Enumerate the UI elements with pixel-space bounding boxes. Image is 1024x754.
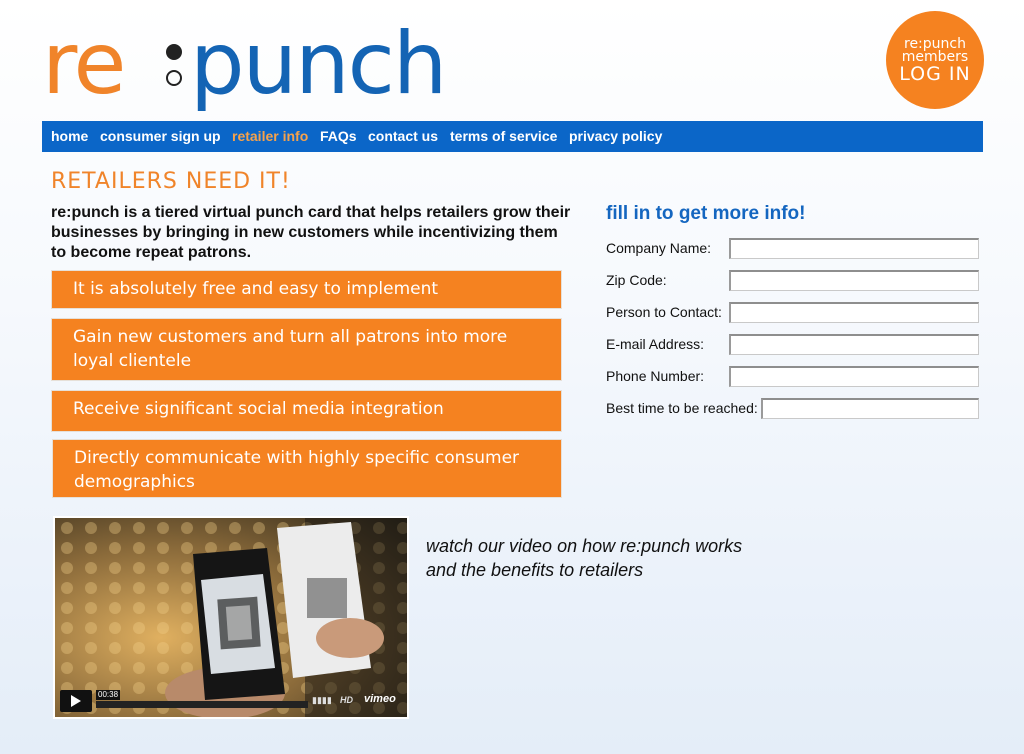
video-caption: watch our video on how re:punch works an…	[426, 534, 806, 582]
benefit-item: Gain new customers and turn all patrons …	[51, 318, 562, 381]
email-address-label: E-mail Address:	[606, 336, 705, 352]
best-time-input[interactable]	[761, 398, 979, 419]
person-to-contact-input[interactable]	[729, 302, 979, 323]
zip-code-input[interactable]	[729, 270, 979, 291]
benefit-item: Receive significant social media integra…	[51, 390, 562, 432]
nav-item-privacy-policy[interactable]: privacy policy	[569, 121, 662, 152]
video-progress-bar[interactable]	[96, 701, 308, 708]
volume-icon[interactable]: ▮▮▮▮	[312, 692, 332, 708]
main-nav: home consumer sign up retailer info FAQs…	[42, 121, 983, 152]
best-time-label: Best time to be reached:	[606, 400, 758, 416]
company-name-input[interactable]	[729, 238, 979, 259]
play-icon	[71, 695, 81, 707]
nav-item-consumer-sign-up[interactable]: consumer sign up	[100, 121, 221, 152]
video-controls: 00:38 ▮▮▮▮ HD vimeo	[60, 690, 402, 712]
video-time: 00:38	[96, 690, 121, 700]
nav-item-terms-of-service[interactable]: terms of service	[450, 121, 557, 152]
nav-item-faqs[interactable]: FAQs	[320, 121, 357, 152]
logo-re-text: re	[42, 14, 126, 114]
play-button[interactable]	[60, 690, 92, 712]
page-heading: RETAILERS NEED IT!	[51, 169, 291, 194]
person-to-contact-label: Person to Contact:	[606, 304, 722, 320]
benefit-item: Directly communicate with highly specifi…	[52, 439, 562, 498]
phone-number-label: Phone Number:	[606, 368, 705, 384]
email-address-input[interactable]	[729, 334, 979, 355]
video-caption-line2: and the benefits to retailers	[426, 560, 644, 580]
login-badge-action: LOG IN	[899, 63, 971, 85]
company-name-label: Company Name:	[606, 240, 712, 256]
nav-item-home[interactable]: home	[51, 121, 88, 152]
nav-item-contact-us[interactable]: contact us	[368, 121, 438, 152]
vimeo-logo[interactable]: vimeo	[364, 691, 396, 707]
video-caption-line1: watch our video on how re:punch works	[426, 536, 743, 556]
nav-item-retailer-info[interactable]: retailer info	[232, 121, 308, 152]
phone-number-input[interactable]	[729, 366, 979, 387]
video-thumbnail	[55, 518, 407, 717]
video-player[interactable]: 00:38 ▮▮▮▮ HD vimeo	[53, 516, 409, 719]
logo-colon-mark	[164, 44, 186, 100]
intro-text: re:punch is a tiered virtual punch card …	[51, 204, 571, 261]
members-login-button[interactable]: re:punch members LOG IN	[886, 11, 984, 109]
hd-toggle[interactable]: HD	[340, 692, 353, 708]
form-title: fill in to get more info!	[606, 203, 806, 224]
logo-punch-text: punch	[190, 14, 447, 114]
zip-code-label: Zip Code:	[606, 272, 667, 288]
benefit-item: It is absolutely free and easy to implem…	[51, 270, 562, 309]
